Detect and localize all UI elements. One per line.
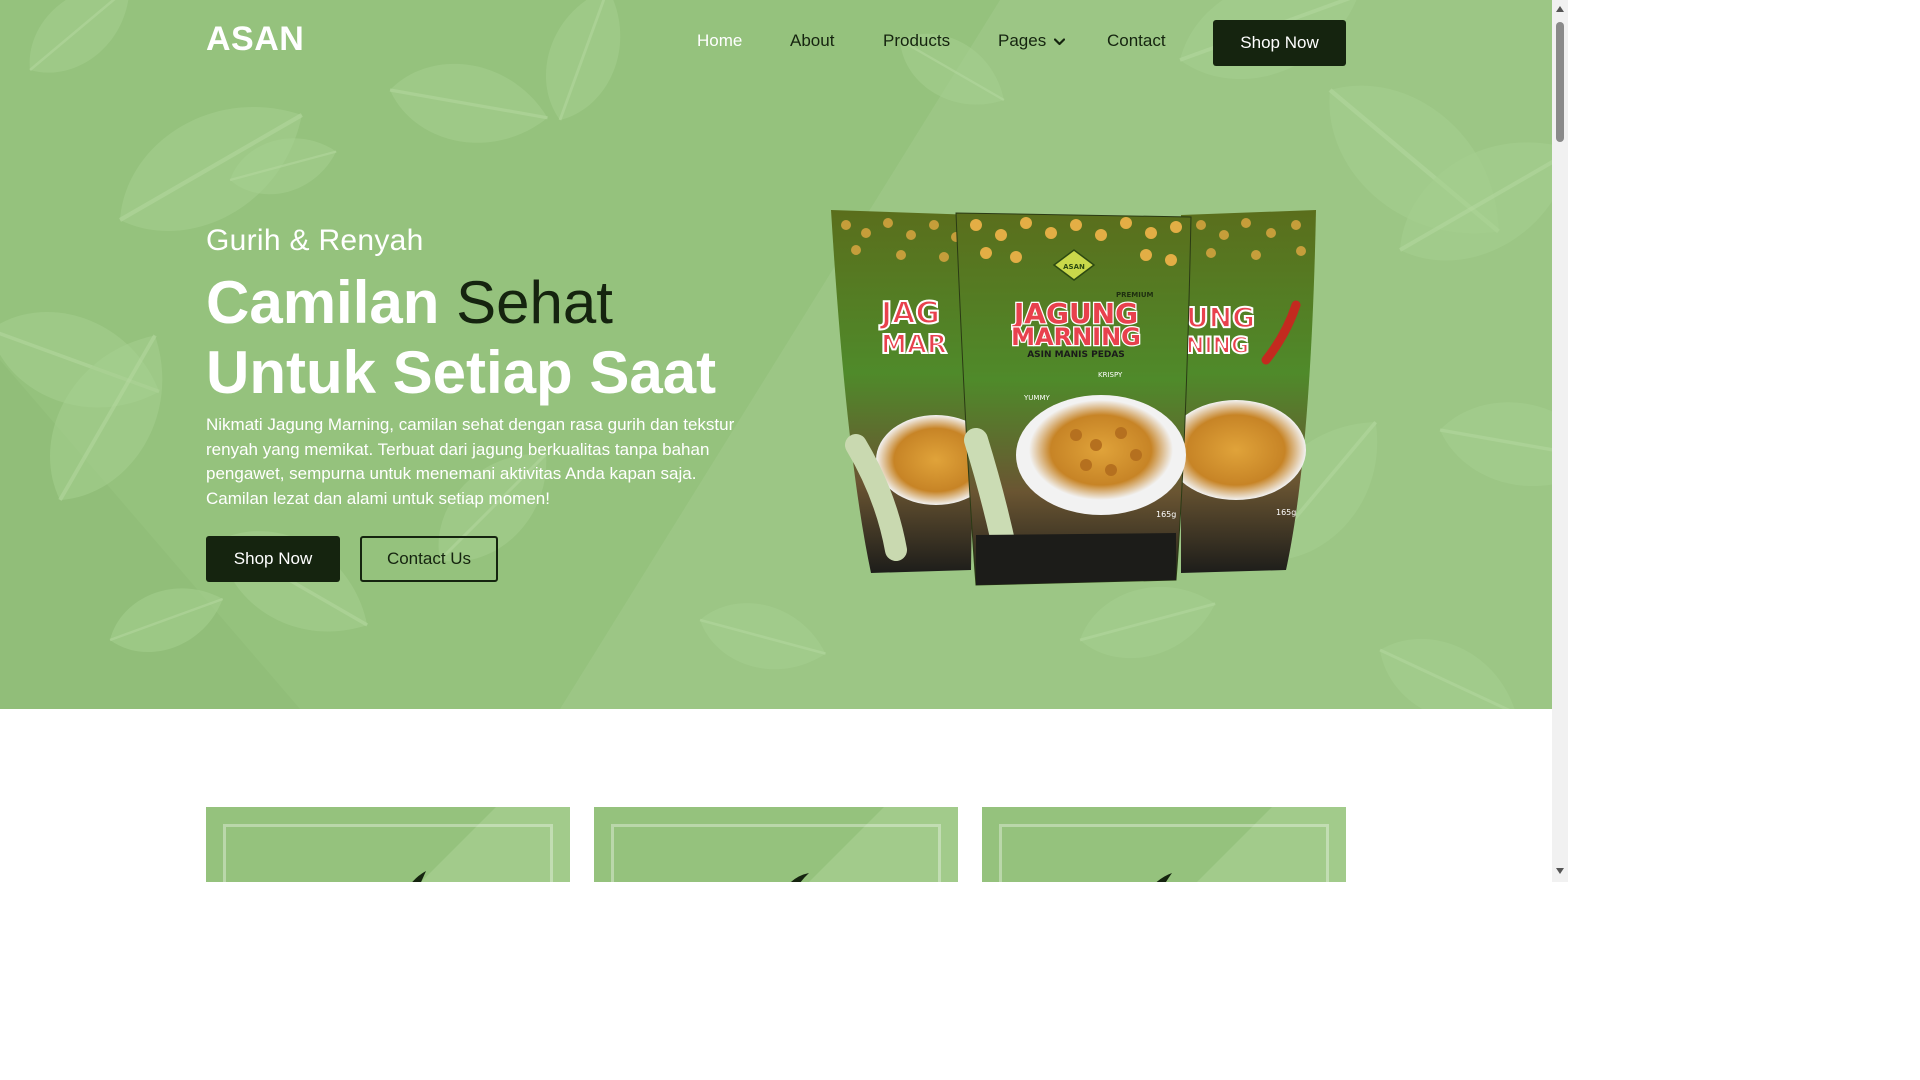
headline-line-2: Untuk Setiap Saat	[206, 339, 717, 406]
pouch-brand-mark: ASAN	[1063, 263, 1085, 271]
chevron-down-icon	[1054, 38, 1066, 46]
pouch-flavor: ASIN MANIS PEDAS	[1027, 350, 1125, 360]
scrollbar-thumb[interactable]	[1556, 22, 1564, 142]
pouch-center-weight: 165g	[1156, 510, 1176, 519]
navbar: ASAN Home About Products Pages Contact S…	[0, 0, 1552, 86]
nav-link-products[interactable]: Products	[883, 31, 950, 51]
pouch-name-line-2: MARNING	[1011, 323, 1141, 351]
headline-word-camilan: Camilan	[206, 269, 440, 336]
svg-text:UNG: UNG	[1186, 301, 1255, 334]
brand-logo[interactable]: ASAN	[206, 20, 304, 59]
nav-shop-now-button[interactable]: Shop Now	[1213, 20, 1346, 66]
pouch-label-krispy: KRISPY	[1098, 371, 1123, 379]
svg-text:JAG: JAG	[879, 296, 940, 331]
card-frame	[223, 824, 553, 882]
svg-text:NING: NING	[1186, 334, 1249, 359]
nav-link-pages-label: Pages	[998, 31, 1047, 50]
scroll-up-arrow-icon[interactable]	[1555, 4, 1565, 14]
feature-card[interactable]	[982, 807, 1346, 882]
pouch-label-yummy: YUMMY	[1023, 394, 1050, 402]
nav-link-about[interactable]: About	[790, 31, 834, 51]
hero-section: ASAN Home About Products Pages Contact S…	[0, 0, 1552, 709]
landing-page: ASAN Home About Products Pages Contact S…	[0, 0, 1552, 882]
leaf-icon	[412, 871, 426, 882]
nav-link-home[interactable]: Home	[697, 31, 742, 51]
feature-card[interactable]	[206, 807, 570, 882]
nav-link-contact[interactable]: Contact	[1107, 31, 1166, 51]
vertical-scrollbar[interactable]	[1552, 0, 1568, 882]
leaf-icon	[790, 873, 809, 882]
hero-headline: Camilan Sehat Untuk Setiap Saat	[206, 268, 716, 408]
leaf-icon	[1156, 873, 1172, 882]
headline-word-sehat: Sehat	[456, 269, 613, 336]
hero-contact-us-button[interactable]: Contact Us	[360, 536, 498, 582]
nav-dropdown-pages[interactable]: Pages	[998, 31, 1066, 51]
pouch-center: ASAN PREMIUM JAGUNG MARNING ASIN MANIS P…	[955, 212, 1192, 586]
hero-description: Nikmati Jagung Marning, camilan sehat de…	[206, 415, 735, 508]
product-pouches-image: JAG MAR UNG NING 165g ASAN PREMIUM JAGUN…	[831, 210, 1316, 586]
scroll-down-arrow-icon[interactable]	[1555, 866, 1565, 876]
hero-shop-now-button[interactable]: Shop Now	[206, 536, 340, 582]
hero-eyebrow: Gurih & Renyah	[206, 224, 424, 257]
pouch-right-weight: 165g	[1276, 508, 1296, 517]
svg-text:MAR: MAR	[881, 330, 947, 360]
feature-card[interactable]	[594, 807, 958, 882]
